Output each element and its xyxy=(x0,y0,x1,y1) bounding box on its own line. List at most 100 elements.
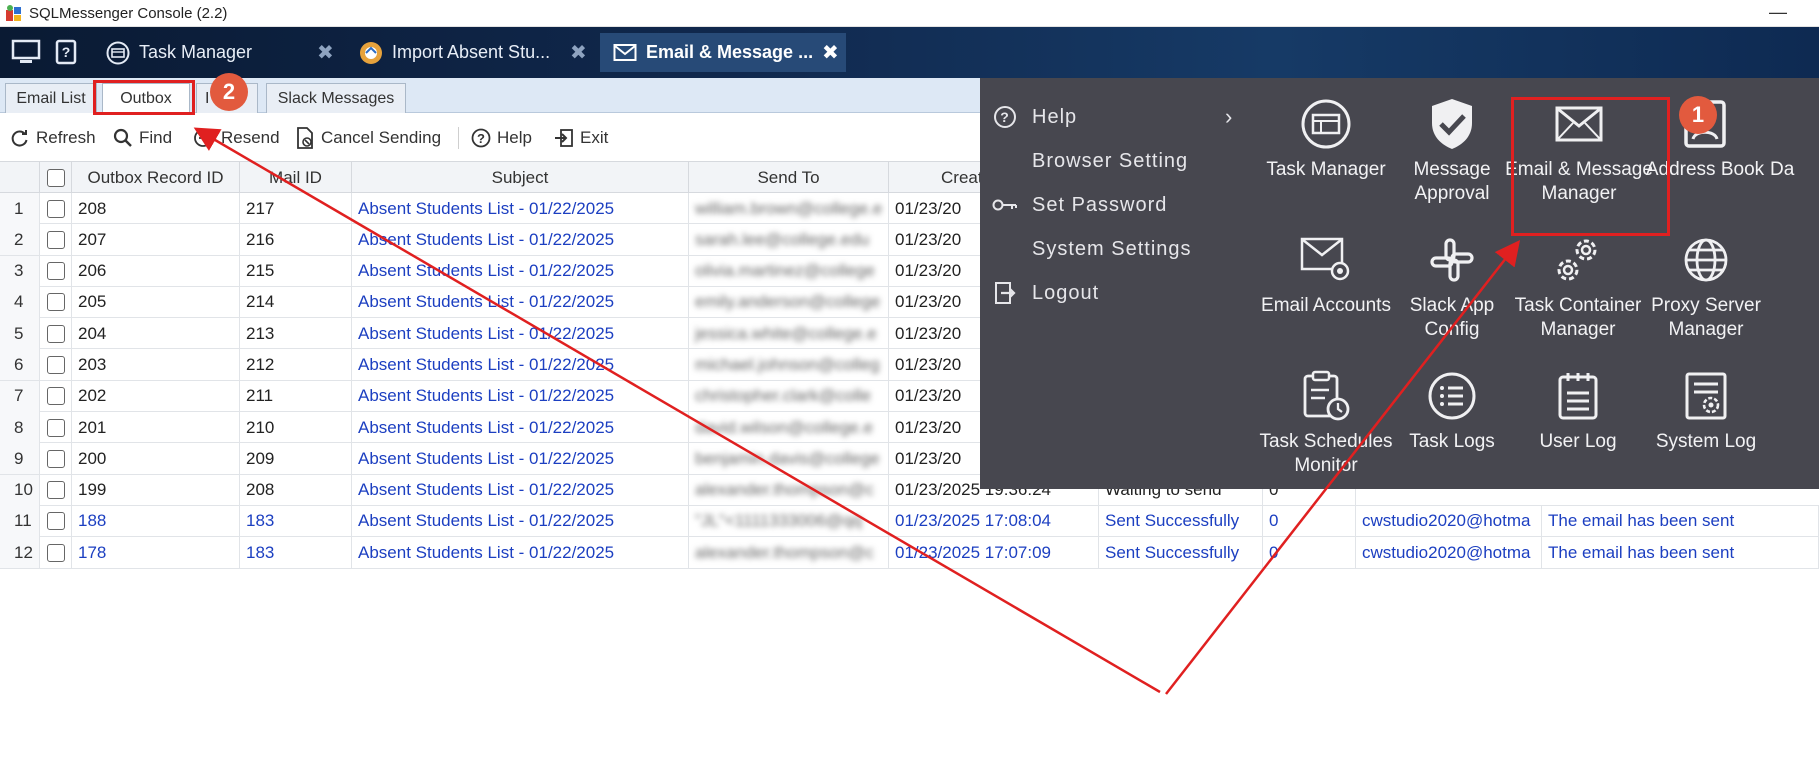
row-checkbox[interactable] xyxy=(46,324,65,343)
row-checkbox-cell[interactable] xyxy=(40,318,72,350)
row-checkbox[interactable] xyxy=(46,387,65,406)
row-checkbox[interactable] xyxy=(46,543,65,562)
step-badge-2: 2 xyxy=(210,73,248,111)
menu-item-label: Logout xyxy=(1032,281,1100,304)
app-email-accounts[interactable]: Email Accounts xyxy=(1261,232,1391,318)
select-all-checkbox[interactable] xyxy=(46,168,65,187)
row-checkbox[interactable] xyxy=(46,262,65,281)
app-task-logs[interactable]: Task Logs xyxy=(1387,368,1517,454)
row-checkbox[interactable] xyxy=(46,512,65,531)
row-checkbox[interactable] xyxy=(46,355,65,374)
cell-mail-id-text: 214 xyxy=(246,292,275,312)
cell-subject-text: Absent Students List - 01/22/2025 xyxy=(358,261,615,281)
row-checkbox[interactable] xyxy=(46,449,65,468)
row-checkbox[interactable] xyxy=(46,418,65,437)
search-icon xyxy=(113,128,132,147)
cancel-sending-button[interactable]: Cancel Sending xyxy=(295,125,441,151)
cell-subject-text: Absent Students List - 01/22/2025 xyxy=(358,542,615,562)
row-checkbox-cell[interactable] xyxy=(40,286,72,318)
row-checkbox[interactable] xyxy=(46,199,65,218)
refresh-button[interactable]: Refresh xyxy=(10,125,96,151)
app-label: Message Approval xyxy=(1413,159,1491,204)
cell-mail-id-text: 183 xyxy=(246,511,275,531)
row-checkbox-cell[interactable] xyxy=(40,443,72,475)
cell-subject: Absent Students List - 01/22/2025 xyxy=(352,349,689,381)
close-tab-icon[interactable]: ✖ xyxy=(570,40,587,65)
header-mail-id[interactable]: Mail ID xyxy=(240,162,352,193)
cell-created-text: 01/23/2025 17:07:09 xyxy=(895,542,1051,562)
row-checkbox[interactable] xyxy=(46,481,65,500)
globe-icon xyxy=(1678,232,1734,288)
row-checkbox[interactable] xyxy=(46,230,65,249)
header-outbox-record-id[interactable]: Outbox Record ID xyxy=(72,162,240,193)
app-system-log[interactable]: System Log xyxy=(1636,368,1776,454)
envelope-icon xyxy=(612,40,638,66)
row-checkbox-cell[interactable] xyxy=(40,537,72,569)
row-checkbox-cell[interactable] xyxy=(40,474,72,506)
find-label: Find xyxy=(139,128,173,147)
header-send-to[interactable]: Send To xyxy=(689,162,889,193)
select-all-checkbox-cell[interactable] xyxy=(40,162,72,193)
monitor-icon[interactable] xyxy=(10,37,42,67)
menu-item-set-password[interactable]: Set Password xyxy=(980,187,1167,223)
cell-mail-id-text: 216 xyxy=(246,229,275,249)
app-task-schedules-monitor[interactable]: Task Schedules Monitor xyxy=(1242,368,1410,478)
close-tab-icon[interactable]: ✖ xyxy=(317,40,334,65)
header-subject[interactable]: Subject xyxy=(352,162,689,193)
cell-subject: Absent Students List - 01/22/2025 xyxy=(352,255,689,287)
menu-item-browser-setting[interactable]: Browser Setting xyxy=(980,143,1188,179)
minimize-button[interactable]: — xyxy=(1769,2,1787,23)
table-row[interactable]: 11 188 183 Absent Students List - 01/22/202… xyxy=(0,505,1819,538)
app-user-log[interactable]: User Log xyxy=(1513,368,1643,454)
table-row[interactable]: 12 178 183 Absent Students List - 01/22/202… xyxy=(0,537,1819,569)
row-checkbox-cell[interactable] xyxy=(40,224,72,256)
cell-send-to-text: sarah.lee@college.edu xyxy=(695,229,870,249)
help-circle-icon: ? xyxy=(992,104,1018,130)
row-number-text: 9 xyxy=(14,448,24,468)
cell-created-text: 01/23/20 xyxy=(895,354,962,374)
cell-subject: Absent Students List - 01/22/2025 xyxy=(352,412,689,444)
subtab-email-list[interactable]: Email List xyxy=(5,83,97,113)
row-checkbox-cell[interactable] xyxy=(40,349,72,381)
row-checkbox-cell[interactable] xyxy=(40,412,72,444)
cell-account-text: cwstudio2020@hotma xyxy=(1362,511,1531,531)
app-proxy-server-manager[interactable]: Proxy Server Manager xyxy=(1636,232,1776,342)
menu-item-help[interactable]: ? Help xyxy=(980,99,1077,135)
row-checkbox-cell[interactable] xyxy=(40,505,72,537)
app-truncated[interactable]: Da xyxy=(1770,158,1819,182)
cell-mail-id: 211 xyxy=(240,380,352,412)
subtab-slack-messages[interactable]: Slack Messages xyxy=(266,83,406,113)
row-checkbox-cell[interactable] xyxy=(40,380,72,412)
tab-email-message-manager[interactable]: Email & Message ... ✖ xyxy=(600,33,846,72)
app-task-manager[interactable]: Task Manager xyxy=(1261,96,1391,182)
help-circle-icon: ? xyxy=(471,128,491,148)
cell-send-to-text: alexander.thompson@c xyxy=(695,480,874,500)
menu-item-system-settings[interactable]: System Settings xyxy=(980,231,1192,267)
gears-icon xyxy=(1550,232,1606,288)
app-slack-app-config[interactable]: Slack App Config xyxy=(1387,232,1517,342)
close-tab-icon[interactable]: ✖ xyxy=(822,40,839,65)
tab-import-absent[interactable]: Import Absent Stu... ✖ xyxy=(358,33,588,72)
find-button[interactable]: Find xyxy=(113,125,172,151)
cell-subject-text: Absent Students List - 01/22/2025 xyxy=(358,448,615,468)
cell-mail-id: 209 xyxy=(240,443,352,475)
cell-result: The email has been sent xyxy=(1542,537,1819,569)
task-manager-icon xyxy=(105,40,131,66)
cell-outbox-record-id-text: 178 xyxy=(78,542,107,562)
exit-button[interactable]: Exit xyxy=(554,125,608,151)
help-button[interactable]: ? Help xyxy=(471,125,532,151)
help-book-icon[interactable]: ? xyxy=(50,37,82,67)
app-task-container-manager[interactable]: Task Container Manager xyxy=(1513,232,1643,342)
cell-send-to: william.brown@college.e xyxy=(689,193,889,224)
row-checkbox-cell[interactable] xyxy=(40,255,72,287)
row-checkbox[interactable] xyxy=(46,293,65,312)
cell-mail-id: 208 xyxy=(240,474,352,506)
import-icon xyxy=(358,40,384,66)
cell-created-text: 01/23/20 xyxy=(895,323,962,343)
cell-mail-id: 216 xyxy=(240,224,352,256)
menu-item-logout[interactable]: Logout xyxy=(980,275,1099,311)
tab-task-manager[interactable]: Task Manager ✖ xyxy=(105,33,345,72)
resend-button[interactable]: Resend xyxy=(193,125,280,151)
app-message-approval[interactable]: Message Approval xyxy=(1387,96,1517,206)
row-checkbox-cell[interactable] xyxy=(40,193,72,224)
